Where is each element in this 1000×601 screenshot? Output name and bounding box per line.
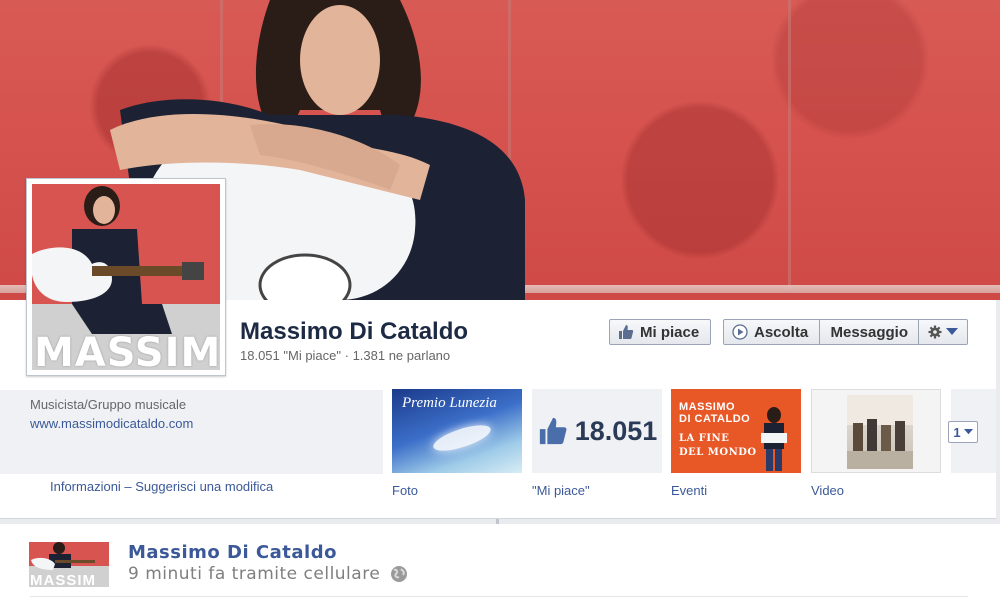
video-thumbnail xyxy=(847,395,913,469)
video-app-tile[interactable] xyxy=(811,389,941,473)
post-divider xyxy=(30,596,968,597)
more-apps-count: 1 xyxy=(953,424,961,440)
like-button[interactable]: Mi piace xyxy=(609,319,711,345)
profile-brand-text: MASSIMO xyxy=(34,330,220,370)
photos-app-tile[interactable]: Premio Lunezia xyxy=(392,389,522,473)
profile-picture[interactable]: MASSIMO xyxy=(26,178,226,376)
globe-icon xyxy=(391,566,408,582)
website-link[interactable]: www.massimodicataldo.com xyxy=(30,416,193,431)
events-thumb-line: DI CATALDO xyxy=(679,413,751,425)
listen-button[interactable]: Ascolta xyxy=(724,320,819,344)
gear-icon xyxy=(928,325,942,339)
photos-app-label[interactable]: Foto xyxy=(392,483,418,498)
caret-down-icon xyxy=(946,328,959,335)
message-button-label: Messaggio xyxy=(830,323,909,341)
about-links[interactable]: Informazioni – Suggerisci una modifica xyxy=(50,479,273,494)
post-avatar[interactable]: MASSIM xyxy=(29,542,109,587)
action-button-group: Ascolta Messaggio xyxy=(723,319,968,345)
settings-dropdown-button[interactable] xyxy=(918,320,967,344)
post-avatar-brand: MASSIM xyxy=(30,572,96,587)
thumbs-up-icon xyxy=(539,417,567,445)
post-meta: 9 minuti fa tramite cellulare xyxy=(128,564,410,584)
likes-count: 18.051 xyxy=(574,415,658,446)
post-author-link[interactable]: Massimo Di Cataldo xyxy=(128,542,337,563)
more-apps-dropdown[interactable]: 1 xyxy=(948,421,978,443)
events-artist-image xyxy=(761,407,787,471)
message-button[interactable]: Messaggio xyxy=(819,320,918,344)
events-app-label[interactable]: Eventi xyxy=(671,483,707,498)
events-thumb-line: MASSIMO xyxy=(679,401,736,413)
listen-button-label: Ascolta xyxy=(754,323,809,341)
like-button-label: Mi piace xyxy=(640,323,700,341)
events-app-tile[interactable]: MASSIMO DI CATALDO LA FINE DEL MONDO xyxy=(671,389,801,473)
feather-image xyxy=(430,420,494,456)
profile-picture-image: MASSIMO xyxy=(32,184,220,370)
caret-down-icon xyxy=(963,429,973,435)
video-thumbnail-image xyxy=(847,395,913,469)
thumbs-up-icon xyxy=(619,325,634,339)
wall-seam xyxy=(788,0,791,290)
post-timestamp[interactable]: 9 minuti fa tramite cellulare xyxy=(128,564,380,584)
likes-app-label[interactable]: "Mi piace" xyxy=(532,483,590,498)
play-icon xyxy=(732,324,748,340)
likes-app-tile[interactable]: 18.051 xyxy=(532,389,662,473)
events-thumb-line: DEL MONDO xyxy=(679,447,757,458)
page-title: Massimo Di Cataldo xyxy=(240,318,469,345)
page-stats: 18.051 "Mi piace" · 1.381 ne parlano xyxy=(240,348,451,363)
events-thumb-line: LA FINE xyxy=(679,433,730,444)
photos-thumb-title: Premio Lunezia xyxy=(402,395,497,411)
video-app-label[interactable]: Video xyxy=(811,483,844,498)
page-category: Musicista/Gruppo musicale xyxy=(30,397,187,412)
